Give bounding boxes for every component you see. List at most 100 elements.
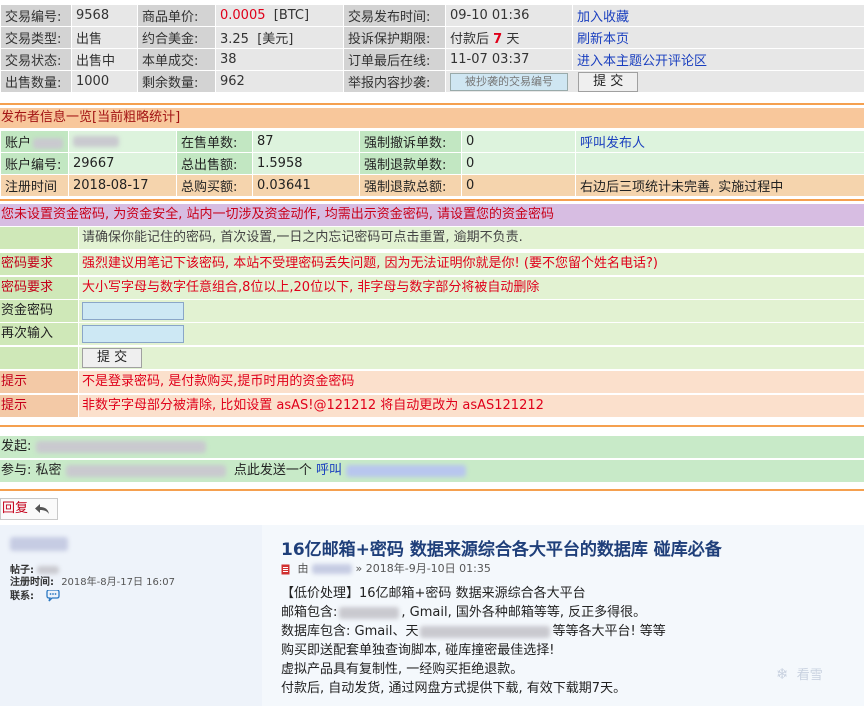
trade-id-label: 交易编号: <box>0 4 72 27</box>
report-submit-button[interactable]: 提 交 <box>578 71 639 92</box>
redacted-text <box>339 606 400 619</box>
publish-time-label: 交易发布时间: <box>343 4 446 27</box>
empty-note <box>575 152 864 175</box>
total-sales-value: 1.5958 <box>252 152 360 175</box>
public-comments-link[interactable]: 进入本主题公开评论区 <box>572 48 864 71</box>
forced-refund-total-value: 0 <box>461 174 576 197</box>
submit-cell: 提 交 <box>79 347 864 369</box>
stats-incomplete-note: 右边后三项统计未完善, 实施过程中 <box>575 174 864 197</box>
post-line: 购买即送配套单独查询脚本, 碰库撞密最佳选择! <box>281 643 555 658</box>
divider <box>0 199 864 201</box>
trade-type-label: 交易类型: <box>0 26 72 49</box>
unit-price-currency: [BTC] <box>273 8 310 23</box>
total-purchase-value: 0.03641 <box>252 174 360 197</box>
form-row: 请确保你能记住的密码, 首次设置,一日之内忘记密码可点击重置, 逾期不负责. <box>0 227 864 249</box>
on-sale-count-label: 在售单数: <box>176 130 253 153</box>
form-row: 密码要求 大小写字母与数字任意组合,8位以上,20位以下, 非字母与数字部分将被… <box>0 277 864 299</box>
post-reg-value: 2018年-8月-17日 16:07 <box>61 577 175 588</box>
post-title[interactable]: 16亿邮箱+密码 数据来源综合各大平台的数据库 碰库必备 <box>281 535 722 560</box>
fund-password-cell <box>79 300 864 322</box>
watermark-text: 看雪 <box>796 668 823 683</box>
complaint-period-suffix: 天 <box>506 32 520 47</box>
forced-refund-count-label: 强制退款单数: <box>359 152 462 175</box>
table-row: 交易编号: 9568 商品单价: 0.0005 [BTC] 交易发布时间: 09… <box>0 4 864 27</box>
forced-withdraw-value: 0 <box>461 130 576 153</box>
fund-password-submit-button[interactable]: 提 交 <box>82 348 143 368</box>
publisher-table: 账户 在售单数: 87 强制撤诉单数: 0 呼叫发布人 账户编号: 29667 … <box>0 130 864 197</box>
unit-price-value: 0.0005 [BTC] <box>215 4 344 27</box>
trade-status-label: 交易状态: <box>0 48 72 71</box>
unit-price-label: 商品单价: <box>137 4 216 27</box>
repeat-password-input[interactable] <box>82 325 184 343</box>
redacted-text <box>420 625 551 638</box>
redacted-author-name <box>10 537 68 551</box>
document-icon <box>281 564 290 574</box>
divider <box>0 425 864 427</box>
form-row: 密码要求 强烈建议用笔记下该密码, 本站不受理密码丢失问题, 因为无法证明你就是… <box>0 253 864 275</box>
register-time-label: 注册时间 <box>0 174 69 197</box>
requirement-label: 密码要求 <box>0 277 78 299</box>
table-row: 出售数量: 1000 剩余数量: 962 举报内容抄袭: 被抄袭的交易编号 提 … <box>0 70 864 93</box>
sell-quantity-label: 出售数量: <box>0 70 72 93</box>
participant-label: 参与: <box>1 463 32 478</box>
requirement-text: 大小写字母与数字任意组合,8位以上,20位以下, 非字母与数字部分将被自动删除 <box>79 277 864 299</box>
post-line: 数据库包含: Gmail、天 等等各大平台! 等等 <box>281 624 666 639</box>
form-row: 提示 不是登录密码, 是付款购买,提币时用的资金密码 <box>0 371 864 393</box>
register-time-value: 2018-08-17 <box>68 174 177 197</box>
form-row: 再次输入 <box>0 323 864 345</box>
post-line: 邮箱包含:, Gmail, 国外各种邮箱等等, 反正多得很。 <box>281 605 647 620</box>
unit-price-number: 0.0005 <box>220 8 266 23</box>
usd-approx-currency: [美元] <box>257 32 294 47</box>
post: 帖子: 注册时间: 2018年-8月-17日 16:07 联系: 16亿邮箱+密… <box>0 525 864 706</box>
report-trade-id-input[interactable]: 被抄袭的交易编号 <box>450 72 568 91</box>
snowflake-icon: ❄ <box>776 665 789 683</box>
complaint-period-prefix: 付款后 <box>450 32 490 47</box>
complaint-period-days: 7 <box>493 32 503 47</box>
trade-info-table: 交易编号: 9568 商品单价: 0.0005 [BTC] 交易发布时间: 09… <box>0 4 864 93</box>
post-line: 虚拟产品具有复制性, 一经购买拒绝退款。 <box>281 662 524 677</box>
table-row: 交易状态: 出售中 本单成交: 38 订单最后在线: 11-07 03:37 进… <box>0 48 864 71</box>
report-plagiarism-cell: 被抄袭的交易编号 提 交 <box>445 70 864 93</box>
redacted-account-name <box>33 138 64 149</box>
tip-text: 非数字字母部分被清除, 比如设置 asAS!@121212 将自动更改为 asA… <box>79 395 864 417</box>
table-row: 账户编号: 29667 总出售额: 1.5958 强制退款单数: 0 <box>0 152 864 175</box>
send-call-link[interactable]: 呼叫 <box>316 463 342 478</box>
byline-date: » 2018年-9月-10日 01:35 <box>355 562 491 575</box>
account-id-value: 29667 <box>68 152 177 175</box>
forced-withdraw-label: 强制撤诉单数: <box>359 130 462 153</box>
chat-bubble-icon[interactable] <box>45 589 61 602</box>
redacted-initiator <box>35 440 206 453</box>
divider <box>0 103 864 105</box>
refresh-page-link[interactable]: 刷新本页 <box>572 26 864 49</box>
form-row: 提 交 <box>0 347 864 369</box>
call-publisher-link[interactable]: 呼叫发布人 <box>575 130 864 153</box>
discussion-participant-row: 参与: 私密 点此发送一个 呼叫 <box>0 460 864 482</box>
reply-button[interactable]: 回复 <box>0 498 58 520</box>
remaining-quantity-value: 962 <box>215 70 344 93</box>
usd-approx-value: 3.25 [美元] <box>215 26 344 49</box>
fund-password-warning: 您未设置资金密码, 为资金安全, 站内一切涉及资金动作, 均需出示资金密码, 请… <box>0 204 864 226</box>
remaining-quantity-label: 剩余数量: <box>137 70 216 93</box>
account-id-label: 账户编号: <box>0 152 69 175</box>
watermark: ❄ 看雪 <box>776 664 823 683</box>
form-row: 资金密码 <box>0 300 864 322</box>
post-line: 【低价处理】16亿邮箱+密码 数据来源综合各大平台 <box>281 586 586 601</box>
add-favorite-link[interactable]: 加入收藏 <box>572 4 864 27</box>
last-online-value: 11-07 03:37 <box>445 48 573 71</box>
report-plagiarism-label: 举报内容抄袭: <box>343 70 446 93</box>
fund-password-input[interactable] <box>82 302 184 320</box>
requirement-label: 密码要求 <box>0 253 78 275</box>
byline-prefix: 由 <box>297 562 309 575</box>
intro-label <box>0 227 78 249</box>
tip-label: 提示 <box>0 395 78 417</box>
account-value <box>68 130 177 153</box>
redacted-account-value <box>73 136 119 147</box>
post-byline: 由 » 2018年-9月-10日 01:35 <box>281 560 491 576</box>
initiator-label: 发起: <box>1 439 32 454</box>
submit-label <box>0 347 78 369</box>
redacted-call-target <box>346 464 467 477</box>
complaint-period-value: 付款后 7 天 <box>445 26 573 49</box>
discussion-initiator-row: 发起: <box>0 436 864 458</box>
complaint-period-label: 投诉保护期限: <box>343 26 446 49</box>
repeat-password-cell <box>79 323 864 345</box>
